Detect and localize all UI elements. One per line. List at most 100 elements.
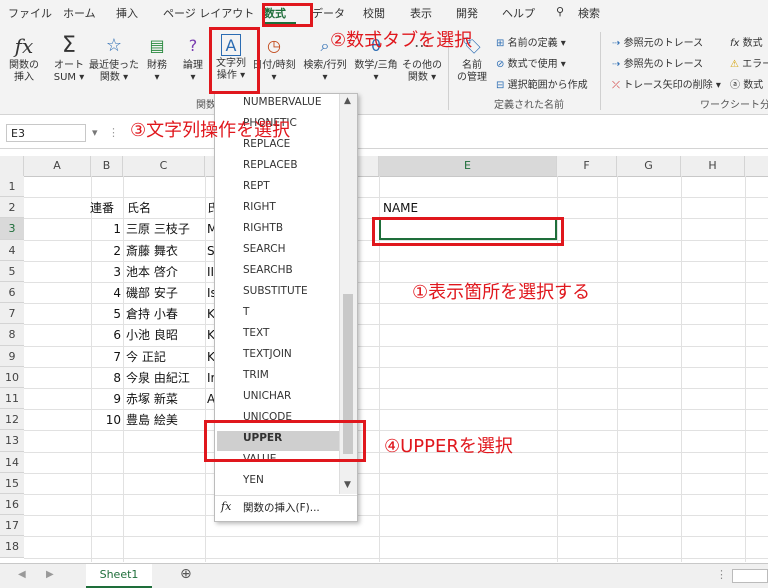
remove-arrows-button[interactable]: ⤫ トレース矢印の削除 ▾ [612, 76, 721, 91]
cell-name[interactable]: 倉持 小春 [126, 304, 178, 325]
define-name-label: 名前の定義 [507, 38, 558, 49]
column-header-active[interactable]: E [379, 156, 557, 176]
cell-no[interactable]: 6 [91, 325, 121, 346]
insert-function-link[interactable]: 関数の挿入(F)... [243, 500, 320, 515]
cell-no[interactable]: 1 [91, 219, 121, 240]
cell-name[interactable]: 池本 啓介 [126, 262, 178, 283]
column-header[interactable]: C [123, 156, 205, 176]
function-item[interactable]: TEXTJOIN [243, 348, 292, 360]
cell-name[interactable]: 赤塚 新菜 [126, 389, 178, 410]
function-item[interactable]: TEXT [243, 327, 269, 339]
cell-name[interactable]: 三原 三枝子 [126, 219, 190, 240]
cell-name[interactable]: 斎藤 舞衣 [126, 241, 178, 262]
cell-name[interactable]: 豊島 絵美 [126, 410, 178, 431]
row-header[interactable]: 11 [0, 388, 24, 410]
row-header[interactable]: 16 [0, 494, 24, 516]
next-sheet-icon[interactable]: ▶ [46, 569, 54, 580]
function-item[interactable]: TRIM [243, 369, 269, 381]
function-item[interactable]: NUMBERVALUE [243, 96, 322, 108]
scroll-up-icon[interactable]: ▲ [344, 96, 351, 106]
cell-name[interactable]: 小池 良昭 [126, 325, 178, 346]
function-item[interactable]: SEARCH [243, 243, 285, 255]
recent-functions-button[interactable]: ☆ 最近使った 関数 ▾ [88, 34, 140, 84]
cell-no[interactable]: 2 [91, 241, 121, 262]
tab-view[interactable]: 表示 [410, 5, 432, 21]
row-header[interactable]: 4 [0, 239, 24, 261]
sheet-tab-sheet1[interactable]: Sheet1 [86, 564, 152, 588]
row-header[interactable]: 1 [0, 176, 24, 198]
row-header[interactable]: 9 [0, 345, 24, 367]
define-name-button[interactable]: ⊞ 名前の定義 ▾ [496, 34, 566, 49]
cell-b2[interactable]: 連番 [90, 198, 114, 219]
cell-name[interactable]: 今泉 由紀江 [126, 368, 190, 389]
row-header[interactable]: 10 [0, 366, 24, 388]
name-box-dropdown-icon[interactable]: ▾ [92, 126, 98, 139]
autosum-button[interactable]: Σ オート SUM ▾ [52, 34, 86, 84]
cell-c2[interactable]: 氏名 [127, 198, 151, 219]
function-item[interactable]: SEARCHB [243, 264, 293, 276]
column-header[interactable]: A [24, 156, 91, 176]
scroll-down-icon[interactable]: ▼ [344, 480, 351, 490]
insert-function-button[interactable]: fx 関数の 挿入 [6, 34, 42, 84]
function-item[interactable]: REPT [243, 180, 270, 192]
trace-dependents-button[interactable]: ⇢ 参照先のトレース [612, 55, 703, 70]
tab-file[interactable]: ファイル [8, 5, 52, 21]
row-header[interactable]: 14 [0, 451, 24, 473]
column-header[interactable]: F [557, 156, 617, 176]
cell-no[interactable]: 10 [91, 410, 121, 431]
select-all-corner[interactable] [0, 156, 24, 176]
row-header[interactable]: 3 [0, 218, 24, 240]
tab-review[interactable]: 校閲 [363, 5, 385, 21]
function-item[interactable]: SUBSTITUTE [243, 285, 308, 297]
row-header[interactable]: 15 [0, 472, 24, 494]
add-sheet-icon[interactable]: ⊕ [180, 566, 192, 582]
eval-formula-button[interactable]: ⓐ 数式 [730, 76, 763, 91]
row-header[interactable]: 5 [0, 260, 24, 282]
cell-no[interactable]: 4 [91, 283, 121, 304]
search-label[interactable]: 検索 [578, 5, 600, 21]
logical-button[interactable]: ? 論理 ▾ [178, 34, 208, 84]
row-header[interactable]: 13 [0, 430, 24, 452]
create-from-selection-button[interactable]: ⊟ 選択範囲から作成 [496, 76, 588, 91]
function-item[interactable]: REPLACEB [243, 159, 298, 171]
column-header[interactable]: G [617, 156, 681, 176]
error-check-button[interactable]: ⚠ エラー [730, 55, 768, 70]
tab-insert[interactable]: 挿入 [116, 5, 138, 21]
prev-sheet-icon[interactable]: ◀ [18, 569, 26, 580]
cell-name[interactable]: 今 正記 [126, 347, 166, 368]
row-header[interactable]: 12 [0, 409, 24, 431]
row-header[interactable]: 2 [0, 197, 24, 219]
tab-developer[interactable]: 開発 [456, 5, 478, 21]
column-header[interactable]: H [681, 156, 745, 176]
cell-no[interactable]: 5 [91, 304, 121, 325]
row-header[interactable]: 7 [0, 303, 24, 325]
sheet-bar-menu-icon[interactable]: ⋮ [716, 568, 727, 581]
name-box[interactable]: E3 [6, 124, 86, 142]
function-item[interactable]: RIGHTB [243, 222, 283, 234]
tab-page-layout[interactable]: ページ レイアウト [163, 5, 254, 21]
function-item[interactable]: UNICHAR [243, 390, 291, 402]
cell-no[interactable]: 3 [91, 262, 121, 283]
show-formulas-button[interactable]: fx 数式 [730, 34, 763, 49]
function-item[interactable]: T [243, 306, 249, 318]
search-icon[interactable]: ⚲ [556, 5, 564, 18]
row-header[interactable]: 8 [0, 324, 24, 346]
cell-no[interactable]: 7 [91, 347, 121, 368]
tab-data[interactable]: データ [312, 5, 345, 21]
row-header[interactable]: 18 [0, 536, 24, 558]
column-header[interactable]: B [91, 156, 123, 176]
row-header[interactable]: 6 [0, 282, 24, 304]
cell-e2[interactable]: NAME [383, 198, 418, 219]
use-in-formula-button[interactable]: ⊘ 数式で使用 ▾ [496, 55, 566, 70]
cell-no[interactable]: 9 [91, 389, 121, 410]
tab-help[interactable]: ヘルプ [502, 5, 535, 21]
financial-button[interactable]: ▤ 財務 ▾ [142, 34, 172, 84]
cell-name[interactable]: 磯部 安子 [126, 283, 178, 304]
trace-precedents-button[interactable]: ⇢ 参照元のトレース [612, 34, 703, 49]
function-item[interactable]: RIGHT [243, 201, 276, 213]
cell-no[interactable]: 8 [91, 368, 121, 389]
row-header[interactable]: 17 [0, 515, 24, 537]
function-item[interactable]: YEN [243, 474, 264, 486]
tab-home[interactable]: ホーム [63, 5, 96, 21]
horizontal-scrollbar[interactable] [732, 569, 768, 583]
